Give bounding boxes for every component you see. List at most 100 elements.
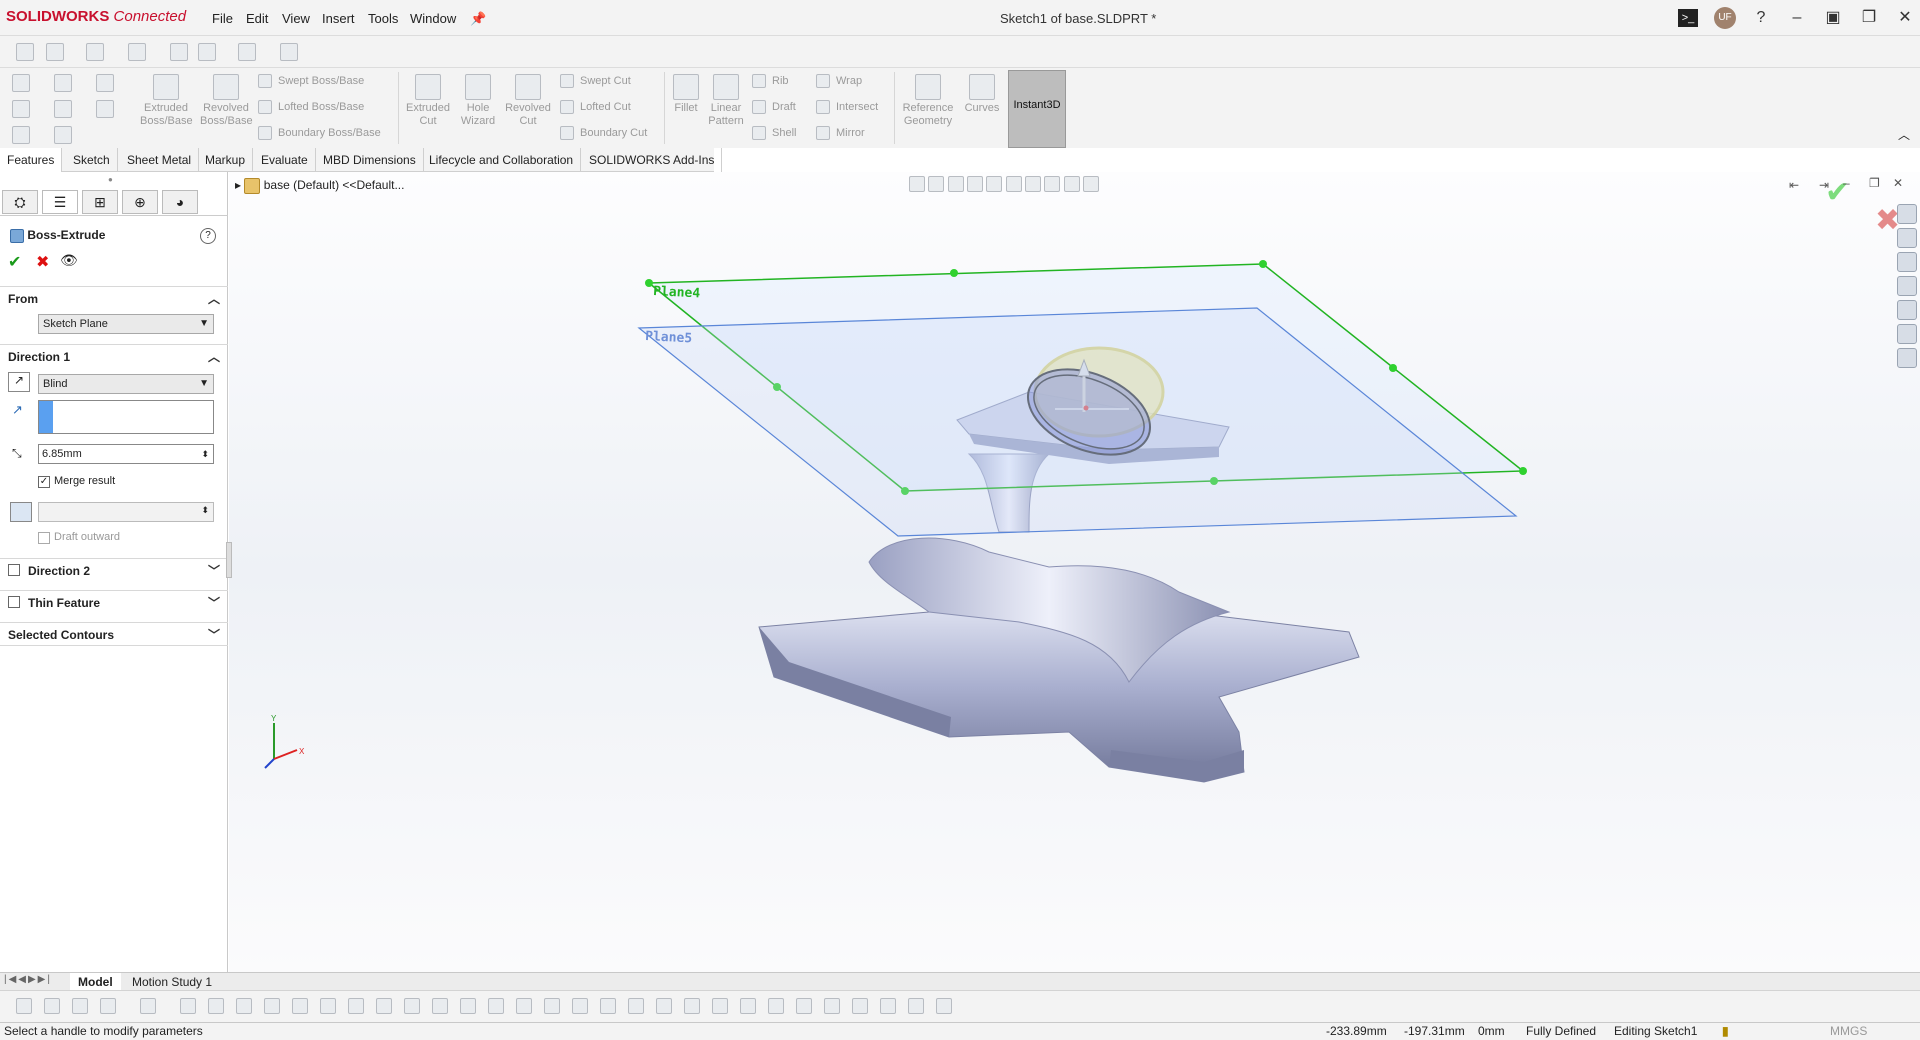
draft-button[interactable]: Draft xyxy=(752,98,796,116)
unit-system[interactable]: MMGS xyxy=(1830,1023,1867,1040)
print-icon[interactable] xyxy=(170,43,188,61)
hole-wizard-button[interactable]: Hole Wizard xyxy=(452,74,504,128)
pin-icon[interactable]: 📌 xyxy=(470,11,486,27)
doc-restore-icon[interactable]: ❐ xyxy=(1869,176,1880,190)
previous-view-icon[interactable] xyxy=(947,176,964,192)
thin-feature-checkbox[interactable] xyxy=(8,596,20,608)
undo-icon[interactable] xyxy=(238,43,256,61)
tab-sketch[interactable]: Sketch xyxy=(66,148,118,172)
trim-icon[interactable] xyxy=(488,998,504,1014)
boundary-boss-button[interactable]: Boundary Boss/Base xyxy=(258,124,381,142)
instant3d-button[interactable]: Instant3D xyxy=(1008,70,1066,148)
apply-scene-icon[interactable] xyxy=(1063,176,1080,192)
direction2-checkbox[interactable] xyxy=(8,564,20,576)
tile-left-icon[interactable]: ⇤ xyxy=(1789,178,1799,192)
doc-minimize-icon[interactable]: – xyxy=(1843,176,1850,190)
tab-features[interactable]: Features xyxy=(0,148,63,172)
depth-input[interactable]: 6.85mm ⬍ xyxy=(38,444,214,464)
cancel-button[interactable]: ✖ xyxy=(36,252,49,272)
spinner-icon[interactable]: ⬍ xyxy=(201,505,209,516)
doc-close-icon[interactable]: ✕ xyxy=(1893,176,1903,190)
end-condition-select[interactable]: Blind ▼ xyxy=(38,374,214,394)
panel-splitter[interactable] xyxy=(226,542,232,578)
chamfer-sketch-icon[interactable] xyxy=(824,998,840,1014)
display-manager-tab-icon[interactable]: ◕ xyxy=(162,190,198,214)
tile-right-icon[interactable]: ⇥ xyxy=(1819,178,1829,192)
section-from[interactable]: From ︿ xyxy=(0,286,228,310)
swept-cut-button[interactable]: Swept Cut xyxy=(560,72,631,90)
redo-icon[interactable] xyxy=(280,43,298,61)
reverse-direction-button[interactable]: ↗ xyxy=(8,372,30,392)
help-icon[interactable]: ? xyxy=(1750,8,1772,28)
wrap-button[interactable]: Wrap xyxy=(816,72,862,90)
polygon-icon[interactable] xyxy=(404,998,420,1014)
panel-grip-icon[interactable]: ● xyxy=(108,175,113,184)
circular-pattern-sketch-icon[interactable] xyxy=(908,998,924,1014)
slot-icon[interactable] xyxy=(460,998,476,1014)
solidworks-logo[interactable]: SOLIDWORKS Connected xyxy=(6,8,186,25)
section-thin-feature[interactable]: Thin Feature ﹀ xyxy=(0,590,228,614)
open-icon[interactable] xyxy=(12,126,30,144)
mirror-entities-icon[interactable] xyxy=(544,998,560,1014)
command-prompt-icon[interactable]: >_ xyxy=(1678,9,1698,27)
menu-tools[interactable]: Tools xyxy=(368,11,398,26)
tab-addins[interactable]: SOLIDWORKS Add-Ins xyxy=(582,148,723,172)
property-manager-tab-icon[interactable]: ☰ xyxy=(42,190,78,214)
swept-boss-button[interactable]: Swept Boss/Base xyxy=(258,72,364,90)
menu-window[interactable]: Window xyxy=(410,11,456,26)
centerline-icon[interactable] xyxy=(292,998,308,1014)
dimxpert-tab-icon[interactable]: ⊕ xyxy=(122,190,158,214)
lofted-cut-button[interactable]: Lofted Cut xyxy=(560,98,631,116)
rapid-sketch-icon[interactable] xyxy=(140,998,156,1014)
redo-icon[interactable] xyxy=(96,100,114,118)
section-view-icon[interactable] xyxy=(967,176,984,192)
tab-scroll-arrows-icon[interactable]: |◀◀▶▶| xyxy=(4,974,52,985)
tab-evaluate[interactable]: Evaluate xyxy=(254,148,316,172)
draft-angle-input[interactable]: ⬍ xyxy=(38,502,214,522)
minimize-icon[interactable]: – xyxy=(1786,8,1808,28)
smart-dimension-icon[interactable] xyxy=(208,998,224,1014)
collapse-ribbon-icon[interactable]: ︿ xyxy=(1898,126,1910,143)
design-library-icon[interactable] xyxy=(1897,228,1917,248)
tile-icon[interactable]: ▣ xyxy=(1822,8,1844,28)
spinner-icon[interactable]: ⬍ xyxy=(201,445,209,463)
rebuild-indicator-icon[interactable]: ▮ xyxy=(1722,1023,1729,1040)
view-orientation-icon[interactable] xyxy=(986,176,1003,192)
restore-icon[interactable]: ❐ xyxy=(1858,8,1880,28)
new-icon[interactable] xyxy=(46,43,64,61)
expand-arrow-icon[interactable]: ▸ xyxy=(235,178,241,192)
save-icon[interactable] xyxy=(128,43,146,61)
ok-button[interactable]: ✔ xyxy=(8,252,21,272)
zoom-to-fit-icon[interactable] xyxy=(909,176,925,192)
linear-pattern-sketch-icon[interactable] xyxy=(572,998,588,1014)
solidworks-resources-icon[interactable] xyxy=(1897,204,1917,224)
boundary-cut-button[interactable]: Boundary Cut xyxy=(560,124,647,142)
direction-selection-box[interactable] xyxy=(38,400,214,434)
home-icon[interactable] xyxy=(12,74,30,92)
draft-outward-checkbox[interactable] xyxy=(38,532,50,544)
fillet-sketch-icon[interactable] xyxy=(796,998,812,1014)
custom-properties-icon[interactable] xyxy=(1897,324,1917,344)
menu-edit[interactable]: Edit xyxy=(246,11,268,26)
draft-toggle-icon[interactable] xyxy=(10,502,32,522)
lofted-boss-button[interactable]: Lofted Boss/Base xyxy=(258,98,364,116)
options-gear-icon[interactable] xyxy=(198,43,216,61)
sketch-text-icon[interactable] xyxy=(740,998,756,1014)
configuration-manager-tab-icon[interactable]: ⊞ xyxy=(82,190,118,214)
split-entities-icon[interactable] xyxy=(880,998,896,1014)
repair-sketch-icon[interactable] xyxy=(712,998,728,1014)
display-relations-icon[interactable] xyxy=(684,998,700,1014)
rapid-dimension-icon[interactable] xyxy=(936,998,952,1014)
linear-pattern-button[interactable]: Linear Pattern xyxy=(700,74,752,128)
undo-icon[interactable] xyxy=(96,74,114,92)
section-direction1[interactable]: Direction 1 ︿ xyxy=(0,344,228,368)
feature-manager-tab-icon[interactable]: ⛭ xyxy=(2,190,38,214)
move-entities-icon[interactable] xyxy=(600,998,616,1014)
forum-icon[interactable] xyxy=(1897,348,1917,368)
help-icon[interactable]: ? xyxy=(200,228,216,244)
ellipse-icon[interactable] xyxy=(432,998,448,1014)
plane5-outline[interactable] xyxy=(637,307,1518,537)
add-relation-icon[interactable] xyxy=(656,998,672,1014)
new-icon[interactable] xyxy=(12,100,30,118)
close-icon[interactable]: ✕ xyxy=(1894,8,1916,28)
